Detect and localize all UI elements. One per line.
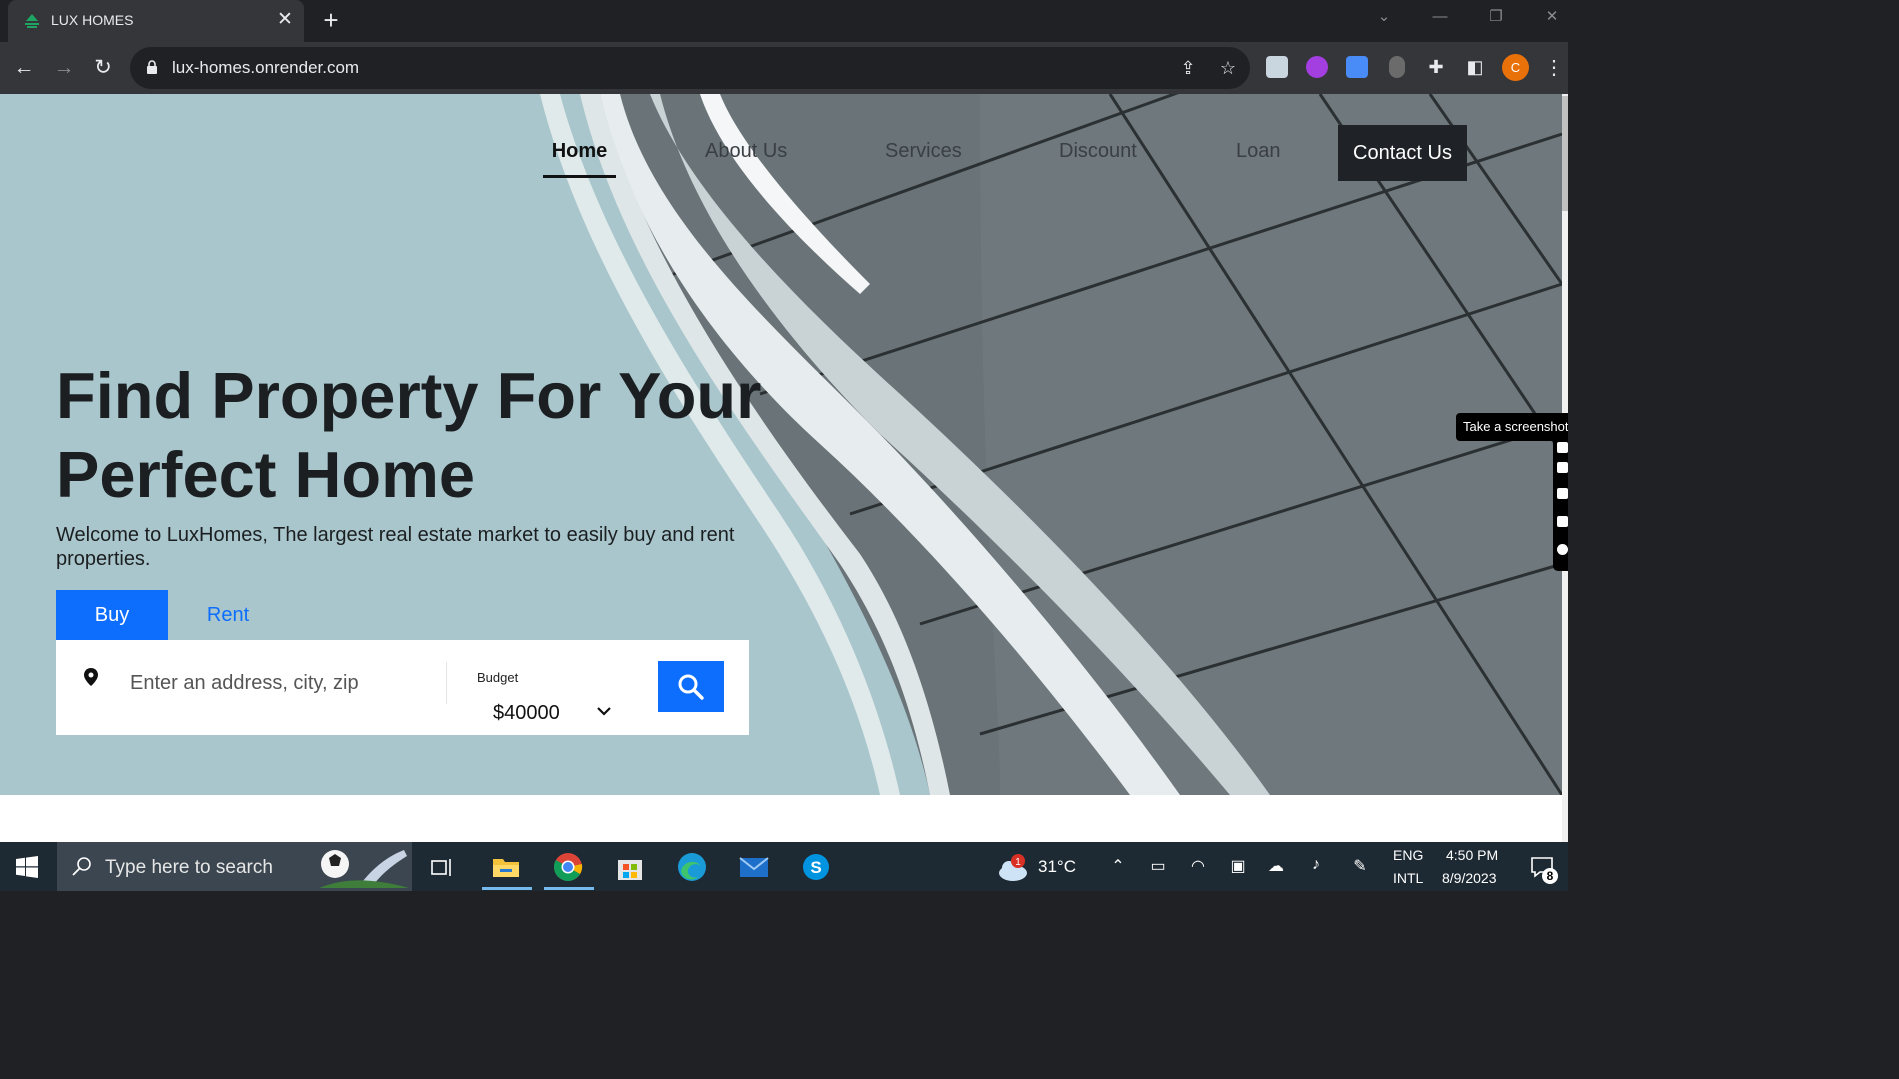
budget-select-value[interactable]: $40000 (493, 702, 560, 725)
new-tab-button[interactable]: + (318, 7, 344, 34)
back-icon[interactable]: ← (10, 54, 38, 82)
notification-count-badge: 8 (1542, 868, 1558, 884)
screenshot-tooltip: Take a screenshot (1456, 413, 1568, 441)
tab-close-icon[interactable]: ✕ (274, 9, 296, 31)
pen-icon[interactable]: ✎ (1350, 856, 1370, 876)
close-window-icon[interactable]: ✕ (1536, 6, 1568, 28)
search-button[interactable] (658, 661, 724, 712)
search-magnifier-icon (72, 857, 91, 876)
lux-homes-favicon-icon (25, 14, 39, 28)
property-search-form: Budget $40000 (56, 640, 749, 735)
weather-cloud-icon[interactable]: 1 (996, 853, 1030, 885)
extension-photo-icon[interactable] (1266, 56, 1288, 78)
lock-icon (147, 60, 157, 74)
share-icon[interactable]: ⇪ (1177, 57, 1199, 79)
windows-taskbar: Type here to search S 1 31°C ⌃ ▭ ◠ ▣ ☁ ♪… (0, 842, 1568, 891)
side-panel-icon[interactable]: ◧ (1464, 56, 1486, 78)
profile-avatar[interactable]: C (1502, 54, 1529, 81)
mail-icon[interactable] (738, 851, 770, 883)
browser-menu-icon[interactable]: ⋮ (1544, 54, 1564, 82)
browser-tabstrip: LUX HOMES ✕ + ⌄ — ❐ ✕ (0, 0, 1568, 42)
meet-now-icon[interactable]: ▣ (1228, 856, 1248, 876)
nav-active-underline (543, 175, 616, 178)
web-page: Home About Us Services Discount Loan Con… (0, 94, 1562, 842)
windows-start-icon[interactable] (16, 856, 38, 878)
reload-icon[interactable]: ↻ (89, 54, 117, 82)
task-view-icon[interactable] (426, 851, 458, 883)
minimize-icon[interactable]: — (1424, 6, 1456, 28)
tab-buy[interactable]: Buy (56, 590, 168, 640)
scrollbar-thumb[interactable] (1562, 96, 1568, 211)
tab-title: LUX HOMES (51, 12, 134, 28)
forward-icon[interactable]: → (50, 54, 78, 82)
tab-rent[interactable]: Rent (168, 590, 288, 640)
nav-discount[interactable]: Discount (1059, 140, 1137, 163)
battery-icon[interactable]: ▭ (1148, 856, 1168, 876)
edge-icon[interactable] (676, 851, 708, 883)
hero-headline: Find Property For Your Perfect Home (56, 356, 796, 514)
taskbar-search-box[interactable]: Type here to search (57, 842, 412, 891)
hero-subtitle: Welcome to LuxHomes, The largest real es… (56, 524, 735, 570)
file-explorer-icon[interactable] (490, 851, 522, 883)
nav-services[interactable]: Services (885, 140, 962, 163)
file-explorer-active-indicator (482, 887, 532, 890)
search-divider (446, 662, 447, 704)
bookmark-star-icon[interactable]: ☆ (1217, 57, 1239, 79)
volume-icon[interactable]: ♪ (1306, 856, 1326, 874)
svg-text:S: S (810, 858, 821, 877)
settings-gear-icon[interactable] (1557, 544, 1568, 555)
extension-docs-icon[interactable] (1346, 56, 1368, 78)
taskbar-search-placeholder: Type here to search (105, 857, 273, 878)
chrome-icon[interactable] (552, 851, 584, 883)
nav-loan[interactable]: Loan (1236, 140, 1281, 163)
hero-headline-line1: Find Property For Your (56, 359, 762, 432)
clock-time[interactable]: 4:50 PM (1446, 847, 1498, 863)
copy-icon[interactable] (1557, 516, 1568, 527)
hero-headline-line2: Perfect Home (56, 438, 476, 511)
weather-badge-count: 1 (1015, 857, 1021, 868)
weather-temperature[interactable]: 31°C (1038, 857, 1076, 877)
url-text: lux-homes.onrender.com (172, 58, 360, 77)
chevron-down-icon[interactable] (596, 703, 612, 719)
extension-grey-icon[interactable] (1389, 56, 1405, 78)
extension-purple-icon[interactable] (1306, 56, 1328, 78)
input-language[interactable]: ENG (1393, 847, 1423, 863)
screenshot-toolbar (1553, 436, 1568, 571)
link-icon[interactable] (1557, 442, 1568, 453)
address-bar[interactable]: lux-homes.onrender.com ⇪ ☆ (130, 47, 1250, 89)
clock-date[interactable]: 8/9/2023 (1442, 870, 1497, 886)
extensions-puzzle-icon[interactable]: ✚ (1425, 56, 1447, 78)
skype-icon[interactable]: S (800, 851, 832, 883)
contact-us-button[interactable]: Contact Us (1338, 125, 1467, 181)
address-search-input[interactable] (130, 668, 440, 698)
search-highlight-soccer-icon (319, 850, 409, 888)
budget-label: Budget (477, 670, 519, 685)
microsoft-store-icon[interactable] (614, 851, 646, 883)
location-pin-icon (84, 668, 98, 686)
search-icon (678, 674, 704, 700)
onedrive-cloud-icon[interactable]: ☁ (1266, 856, 1286, 876)
hero-section: Home About Us Services Discount Loan Con… (0, 94, 1562, 795)
nav-about-us[interactable]: About Us (705, 140, 787, 163)
rectangle-icon[interactable] (1557, 488, 1568, 499)
chrome-active-indicator (544, 887, 594, 890)
nav-home[interactable]: Home (543, 140, 616, 163)
camera-icon[interactable] (1557, 462, 1568, 473)
browser-toolbar: ← → ↻ lux-homes.onrender.com ⇪ ☆ ✚ ◧ C ⋮ (0, 42, 1568, 94)
browser-tab[interactable]: LUX HOMES ✕ (8, 0, 304, 42)
show-hidden-icons-chevron-icon[interactable]: ⌃ (1108, 856, 1128, 876)
tab-search-chevron-icon[interactable]: ⌄ (1368, 6, 1400, 28)
restore-icon[interactable]: ❐ (1480, 6, 1512, 28)
input-layout[interactable]: INTL (1393, 870, 1423, 886)
wifi-icon[interactable]: ◠ (1188, 856, 1208, 876)
